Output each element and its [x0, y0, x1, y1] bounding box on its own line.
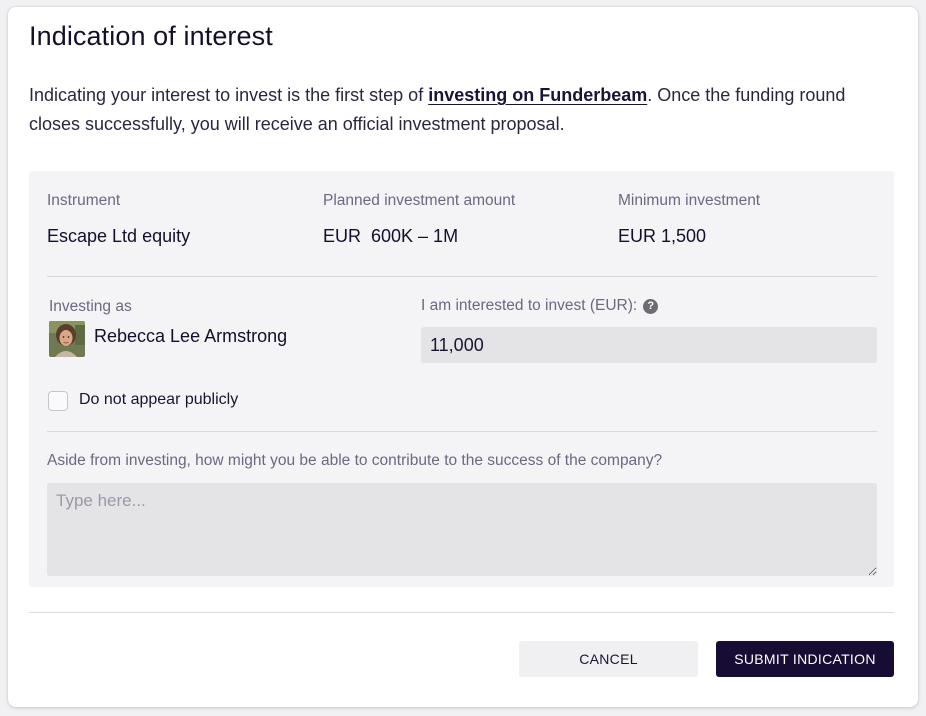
- do-not-appear-publicly-checkbox[interactable]: [48, 391, 68, 411]
- contribution-question-label: Aside from investing, how might you be a…: [47, 452, 663, 469]
- investor-name: Rebecca Lee Armstrong: [94, 326, 288, 346]
- investment-amount-input[interactable]: [421, 327, 877, 363]
- summary-divider: [47, 276, 877, 277]
- help-icon[interactable]: ?: [643, 299, 659, 314]
- avatar: [49, 321, 85, 357]
- minimum-investment-label: Minimum investment: [618, 192, 761, 209]
- planned-amount-label: Planned investment amount: [323, 192, 516, 209]
- contribution-textarea[interactable]: [47, 483, 877, 576]
- investing-as-label: Investing as: [49, 298, 132, 315]
- investment-amount-label-text: I am interested to invest (EUR):: [421, 297, 638, 314]
- cancel-button[interactable]: CANCEL: [519, 641, 698, 677]
- do-not-appear-publicly-label[interactable]: Do not appear publicly: [79, 391, 238, 409]
- minimum-investment-value: EUR 1,500: [618, 226, 707, 246]
- investment-form-panel: Instrument Escape Ltd equity Planned inv…: [29, 171, 894, 587]
- instrument-value: Escape Ltd equity: [47, 226, 191, 246]
- investment-amount-label: I am interested to invest (EUR):?: [421, 297, 659, 315]
- privacy-divider: [47, 431, 877, 432]
- intro-text-start: Indicating your interest to invest is th…: [29, 85, 429, 105]
- submit-indication-button[interactable]: SUBMIT INDICATION: [716, 641, 894, 677]
- instrument-label: Instrument: [47, 192, 121, 209]
- avatar-photo: [49, 321, 85, 357]
- footer-divider: [29, 612, 894, 613]
- investing-on-funderbeam-link[interactable]: investing on Funderbeam: [428, 85, 647, 105]
- dialog-title: Indication of interest: [29, 21, 273, 51]
- indication-of-interest-dialog: Indication of interest Indicating your i…: [8, 7, 918, 707]
- intro-text: Indicating your interest to invest is th…: [29, 81, 899, 139]
- planned-amount-value: EUR 600K – 1M: [323, 226, 459, 246]
